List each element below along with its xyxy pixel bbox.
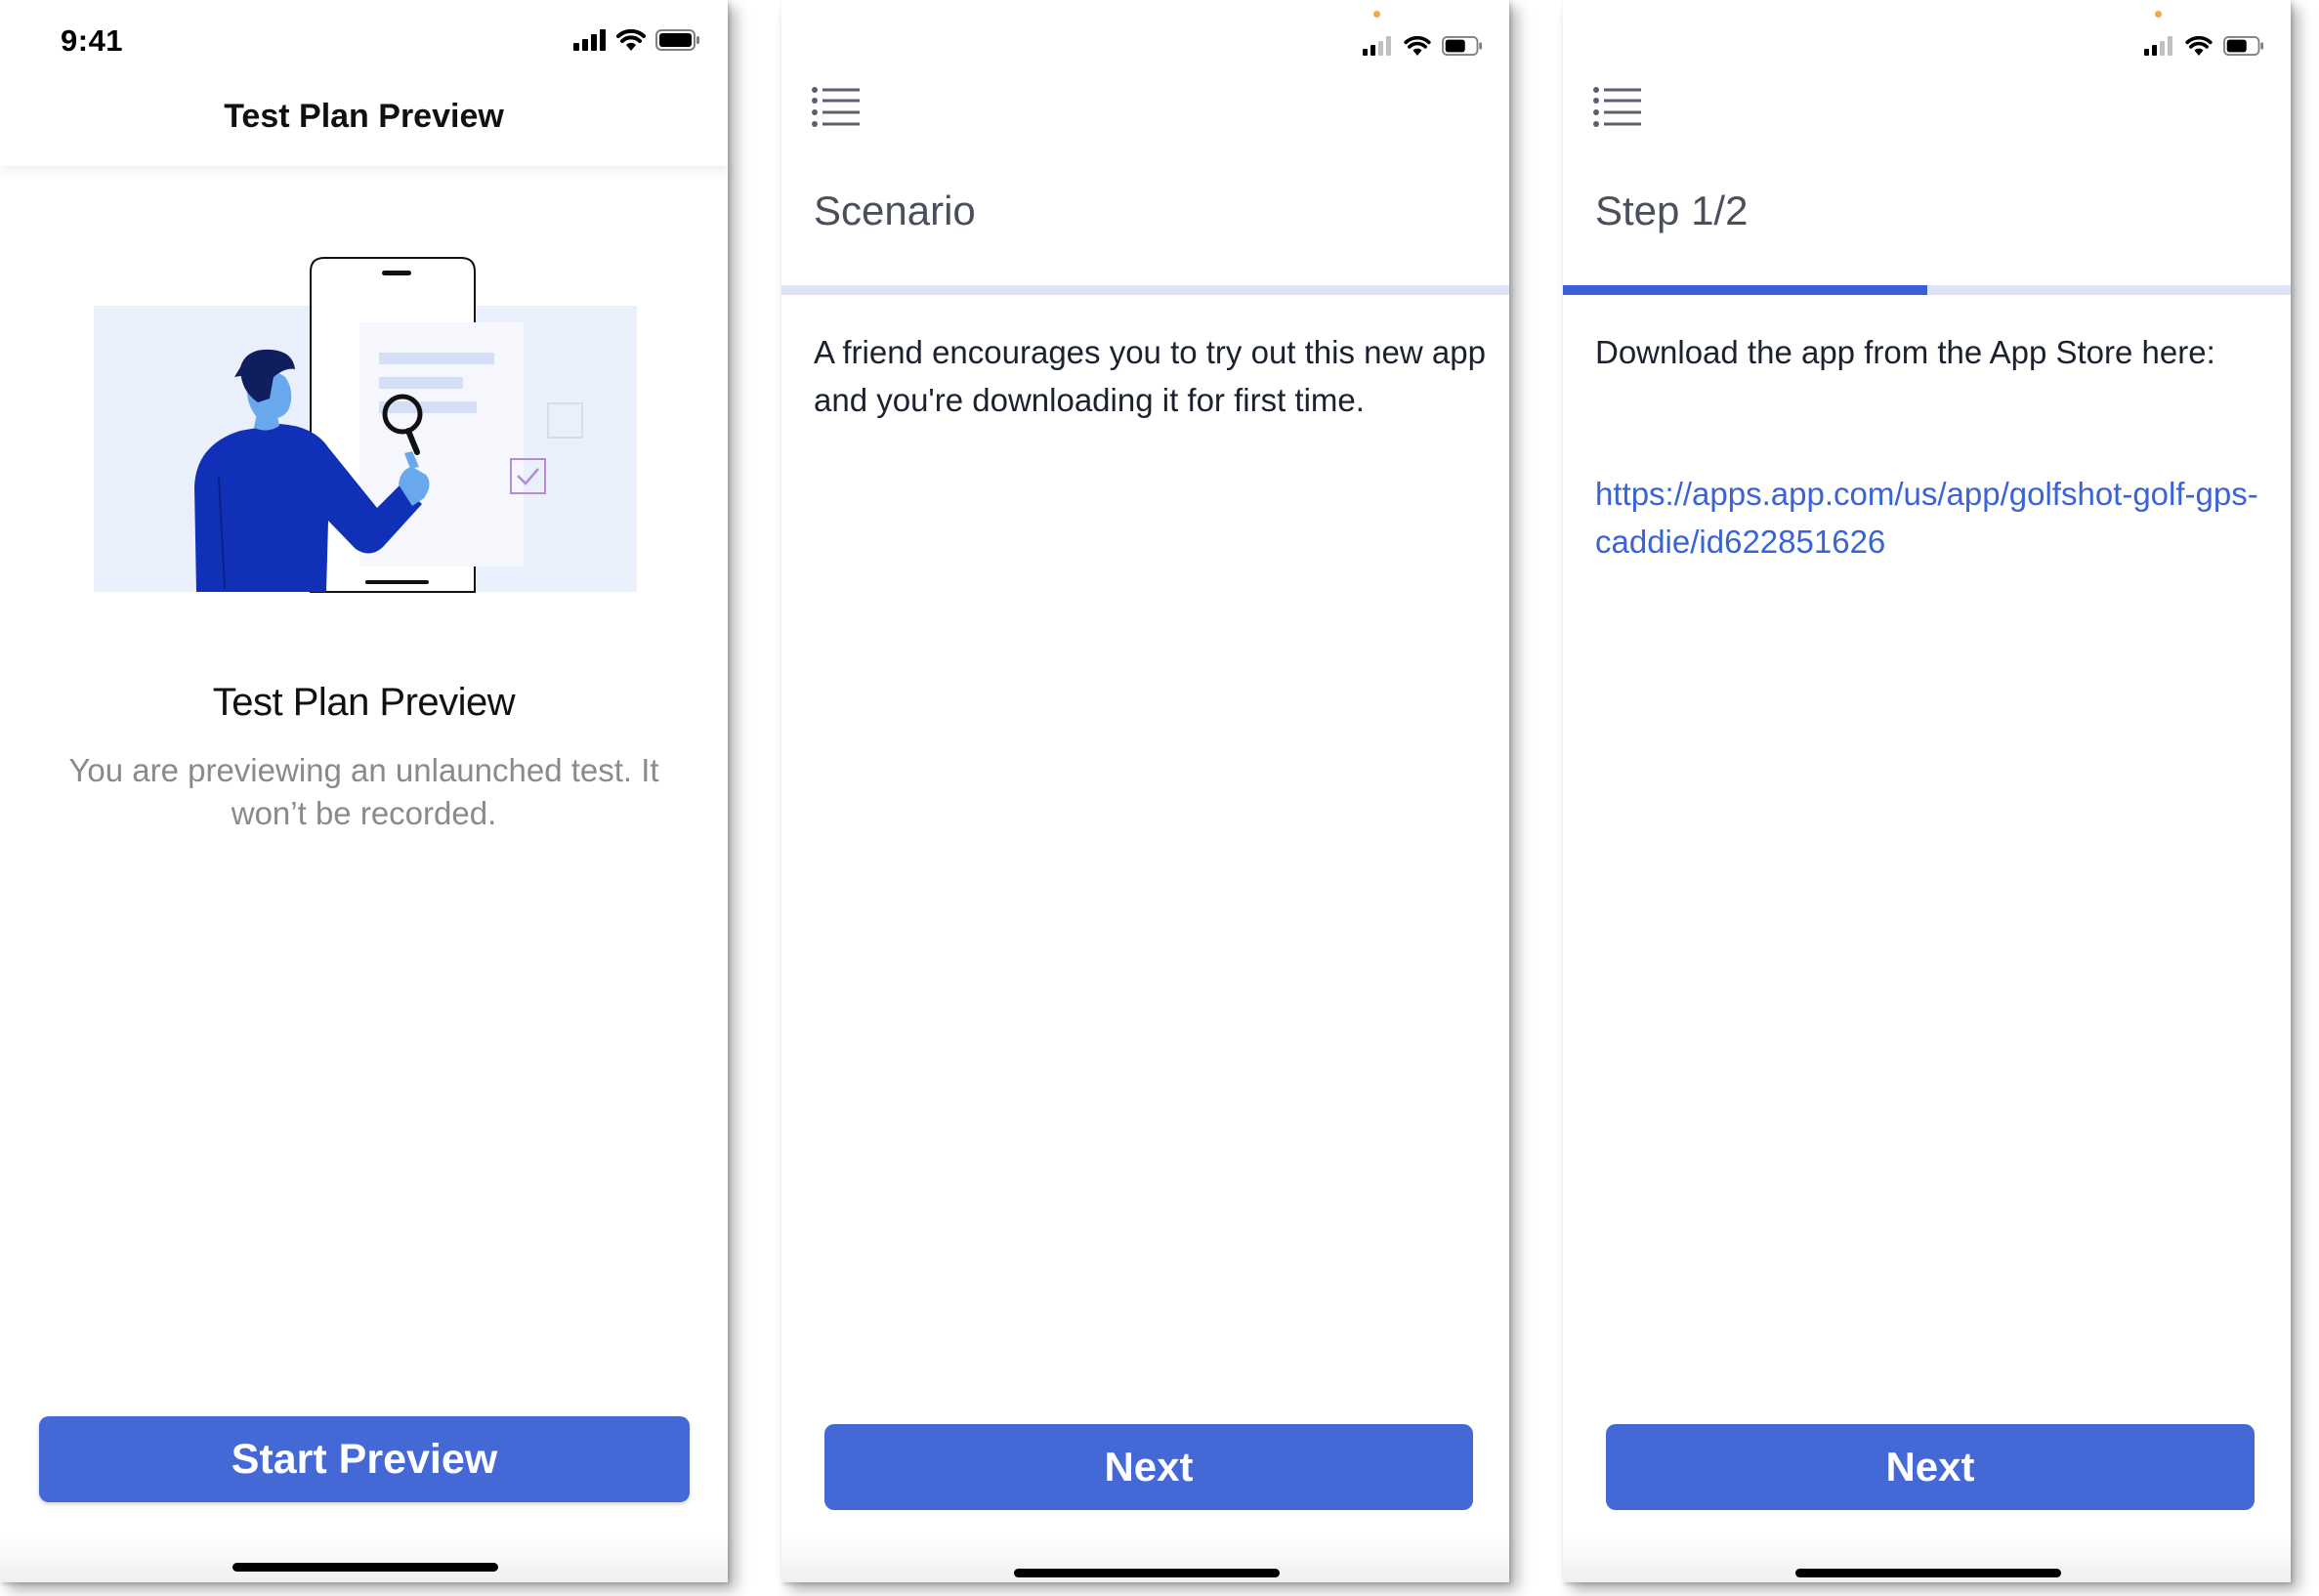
status-time: 9:41	[61, 23, 124, 58]
signal-icon	[2144, 36, 2172, 56]
top-header: 9:41 Test Plan Preview	[0, 0, 728, 166]
screen-scenario: Scenario A friend encourages you to try …	[781, 0, 1509, 1582]
page-title: Test Plan Preview	[224, 98, 504, 135]
signal-icon	[573, 29, 606, 51]
step-instruction: Download the app from the App Store here…	[1595, 334, 2215, 370]
preview-illustration	[94, 257, 637, 593]
preview-description: You are previewing an unlaunched test. I…	[68, 752, 659, 831]
start-preview-button[interactable]: Start Preview	[39, 1416, 690, 1502]
bottom-fade	[0, 1533, 728, 1582]
wifi-icon	[1404, 36, 1431, 56]
wifi-icon	[2185, 36, 2213, 56]
screen-step: Step 1/2 Download the app from the App S…	[1563, 0, 2291, 1582]
progress-fill	[1563, 285, 1927, 295]
privacy-dot	[1373, 11, 1380, 18]
status-icons	[573, 27, 700, 53]
app-store-link[interactable]: https://apps.app.com/us/app/golfshot-gol…	[1595, 470, 2269, 566]
section-title: Step 1/2	[1595, 188, 1749, 233]
battery-icon	[655, 29, 699, 51]
signal-icon	[1363, 36, 1391, 56]
next-button[interactable]: Next	[824, 1424, 1473, 1510]
scenario-text: A friend encourages you to try out this …	[814, 334, 1486, 418]
screen-test-plan-preview: 9:41 Test Plan Preview Test Plan Preview…	[0, 0, 728, 1582]
list-menu-icon[interactable]	[1592, 86, 1641, 129]
wifi-icon	[616, 29, 646, 51]
home-indicator	[232, 1563, 498, 1572]
status-icons	[1363, 33, 1484, 59]
list-menu-icon[interactable]	[811, 86, 860, 129]
battery-icon	[2223, 36, 2263, 56]
home-indicator	[1014, 1569, 1280, 1577]
canvas: 9:41 Test Plan Preview Test Plan Preview…	[0, 0, 2319, 1596]
progress-bar	[1563, 285, 2291, 295]
battery-icon	[1442, 36, 1482, 56]
privacy-dot	[2155, 11, 2162, 18]
home-indicator	[1795, 1569, 2061, 1577]
next-button[interactable]: Next	[1606, 1424, 2255, 1510]
status-icons	[2144, 33, 2265, 59]
section-title: Scenario	[814, 188, 976, 233]
progress-bar	[781, 285, 1509, 295]
preview-heading: Test Plan Preview	[212, 681, 516, 724]
